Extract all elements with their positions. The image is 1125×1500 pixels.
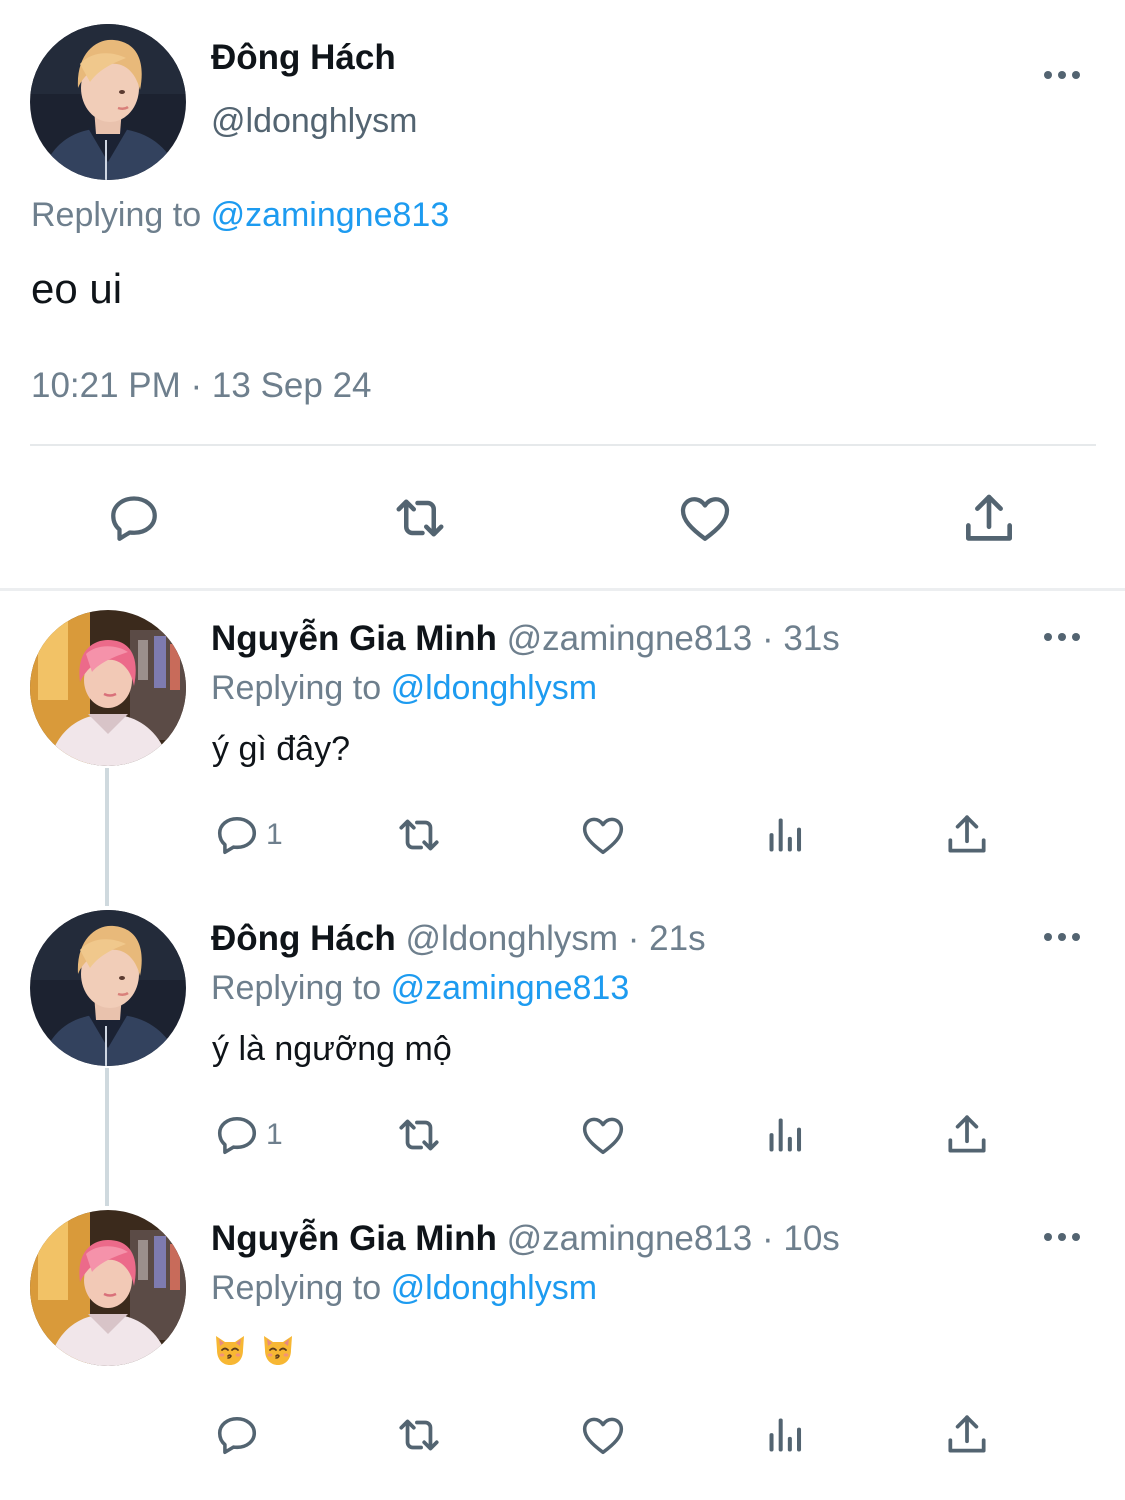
avatar[interactable] bbox=[30, 1210, 186, 1366]
share-icon bbox=[958, 488, 1020, 550]
avatar[interactable] bbox=[30, 24, 186, 180]
author-name[interactable]: Nguyễn Gia Minh bbox=[211, 1219, 497, 1258]
reply-count: 1 bbox=[266, 1118, 283, 1151]
reply-icon bbox=[104, 488, 164, 548]
like-button[interactable] bbox=[578, 1110, 628, 1160]
author-meta: @zamingne813 · 31s bbox=[506, 619, 840, 658]
author-name[interactable]: Đông Hách bbox=[211, 38, 396, 78]
mention-link[interactable]: @ldonghlysm bbox=[391, 669, 598, 707]
views-button[interactable] bbox=[764, 810, 808, 860]
mention-link[interactable]: @ldonghlysm bbox=[391, 1269, 598, 1307]
like-button[interactable] bbox=[578, 1410, 628, 1460]
like-icon bbox=[578, 1410, 628, 1460]
avatar[interactable] bbox=[30, 610, 186, 766]
share-icon bbox=[942, 1410, 992, 1460]
reply-count: 1 bbox=[266, 818, 283, 851]
mention-link[interactable]: @zamingne813 bbox=[211, 196, 450, 234]
replying-prefix: Replying to bbox=[211, 969, 382, 1007]
kissing-cat-emoji-icon bbox=[260, 1332, 296, 1368]
reply-tweet[interactable]: Nguyễn Gia Minh @zamingne813 · 31s Reply… bbox=[0, 592, 1125, 892]
replying-to: Replying to @ldonghlysm bbox=[211, 669, 597, 708]
tweet-text bbox=[212, 1332, 304, 1368]
reply-header: Đông Hách @ldonghlysm · 21s bbox=[211, 919, 706, 959]
replying-prefix: Replying to bbox=[211, 1269, 382, 1307]
tweet-timestamp[interactable]: 10:21 PM · 13 Sep 24 bbox=[31, 366, 372, 406]
main-tweet: Đông Hách @ldonghlysm Replying to @zamin… bbox=[0, 0, 1125, 590]
replying-to: Replying to @zamingne813 bbox=[31, 196, 449, 235]
reply-button[interactable] bbox=[104, 488, 164, 548]
replying-prefix: Replying to bbox=[31, 196, 202, 234]
share-button[interactable] bbox=[942, 810, 992, 860]
more-options-icon[interactable] bbox=[1042, 68, 1082, 82]
replying-to: Replying to @zamingne813 bbox=[211, 969, 629, 1008]
like-button[interactable] bbox=[578, 810, 628, 860]
mention-link[interactable]: @zamingne813 bbox=[391, 969, 630, 1007]
section-divider bbox=[0, 588, 1125, 591]
more-options-icon[interactable] bbox=[1042, 1230, 1082, 1244]
author-name[interactable]: Đông Hách bbox=[211, 919, 396, 958]
kissing-cat-emoji-icon bbox=[212, 1332, 248, 1368]
reply-header: Nguyễn Gia Minh @zamingne813 · 10s bbox=[211, 1219, 840, 1259]
retweet-icon bbox=[391, 810, 447, 860]
reply-tweet[interactable]: Nguyễn Gia Minh @zamingne813 · 10s Reply… bbox=[0, 1192, 1125, 1492]
share-button[interactable] bbox=[942, 1110, 992, 1160]
author-name[interactable]: Nguyễn Gia Minh bbox=[211, 619, 497, 658]
views-button[interactable] bbox=[764, 1410, 808, 1460]
tweet-text: ý là ngưỡng mộ bbox=[212, 1030, 452, 1068]
like-icon bbox=[578, 1110, 628, 1160]
reply-icon bbox=[212, 1410, 262, 1460]
like-icon bbox=[578, 810, 628, 860]
retweet-icon bbox=[391, 1110, 447, 1160]
stats-icon bbox=[764, 1413, 808, 1457]
retweet-button[interactable] bbox=[391, 810, 447, 860]
retweet-button[interactable] bbox=[388, 488, 448, 548]
reply-header: Nguyễn Gia Minh @zamingne813 · 31s bbox=[211, 619, 840, 659]
retweet-icon bbox=[391, 1410, 447, 1460]
share-button[interactable] bbox=[942, 1410, 992, 1460]
replying-prefix: Replying to bbox=[211, 669, 382, 707]
retweet-button[interactable] bbox=[391, 1110, 447, 1160]
avatar[interactable] bbox=[30, 910, 186, 1066]
share-icon bbox=[942, 1110, 992, 1160]
author-handle[interactable]: @ldonghlysm bbox=[211, 102, 418, 141]
replying-to: Replying to @ldonghlysm bbox=[211, 1269, 597, 1308]
share-icon bbox=[942, 810, 992, 860]
reply-tweet[interactable]: Đông Hách @ldonghlysm · 21s Replying to … bbox=[0, 892, 1125, 1192]
retweet-button[interactable] bbox=[391, 1410, 447, 1460]
reply-icon bbox=[212, 810, 262, 860]
more-options-icon[interactable] bbox=[1042, 930, 1082, 944]
stats-icon bbox=[764, 1113, 808, 1157]
author-meta: @ldonghlysm · 21s bbox=[405, 919, 706, 958]
share-button[interactable] bbox=[958, 488, 1018, 548]
stats-icon bbox=[764, 813, 808, 857]
like-button[interactable] bbox=[674, 488, 734, 548]
reply-icon bbox=[212, 1110, 262, 1160]
retweet-icon bbox=[388, 488, 452, 548]
like-icon bbox=[674, 488, 736, 548]
more-options-icon[interactable] bbox=[1042, 630, 1082, 644]
tweet-text: eo ui bbox=[31, 265, 123, 312]
reply-button[interactable]: 1 bbox=[212, 1110, 283, 1160]
reply-button[interactable] bbox=[212, 1410, 262, 1460]
author-meta: @zamingne813 · 10s bbox=[506, 1219, 840, 1258]
reply-button[interactable]: 1 bbox=[212, 810, 283, 860]
views-button[interactable] bbox=[764, 1110, 808, 1160]
tweet-text: ý gì đây? bbox=[212, 730, 350, 768]
divider bbox=[30, 444, 1096, 446]
